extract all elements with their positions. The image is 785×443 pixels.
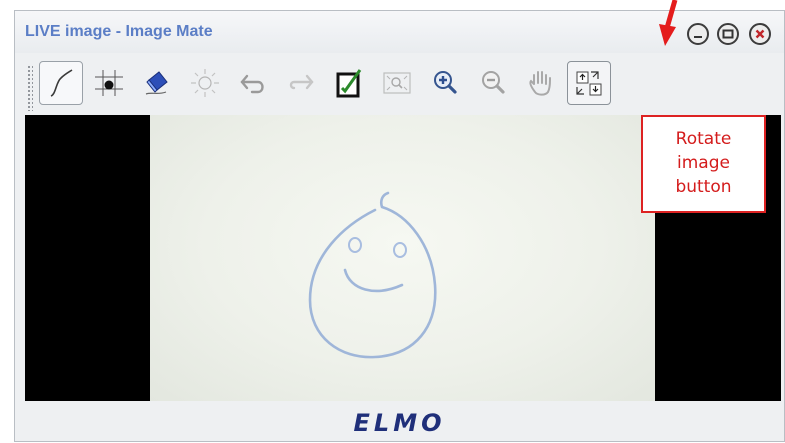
annotation-arrow [659,0,678,46]
